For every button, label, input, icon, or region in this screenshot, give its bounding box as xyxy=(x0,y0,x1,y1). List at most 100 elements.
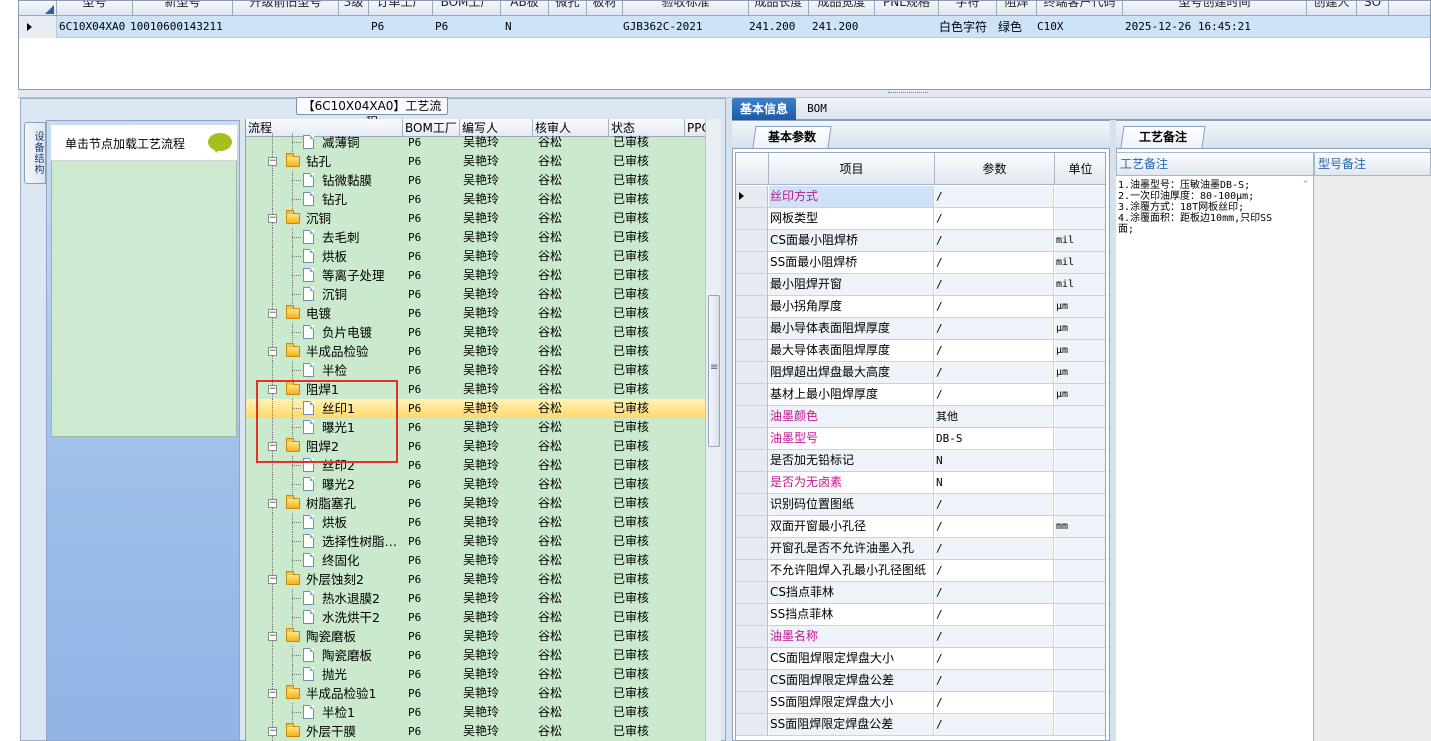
row-indicator[interactable] xyxy=(736,362,768,383)
param-value[interactable]: / xyxy=(935,230,1054,251)
param-value[interactable]: / xyxy=(935,604,1054,625)
row-indicator[interactable] xyxy=(736,604,768,625)
row-indicator[interactable] xyxy=(736,648,768,669)
param-row[interactable]: CS挡点菲林 / xyxy=(736,582,1105,604)
model-row[interactable]: 6C10X04XA0 10010600143211 P6 P6 N GJB362… xyxy=(19,16,1430,38)
param-value[interactable]: / xyxy=(935,582,1054,603)
param-value[interactable]: / xyxy=(935,274,1054,295)
param-value[interactable]: / xyxy=(935,670,1054,691)
param-row[interactable]: 网板类型 / xyxy=(736,208,1105,230)
tree-row[interactable]: − 半成品检验1 P6 吴艳玲 谷松 已审核 xyxy=(246,684,705,703)
params-col-header[interactable]: 参数 xyxy=(935,153,1055,185)
param-row[interactable]: CS面阻焊限定焊盘大小 / xyxy=(736,648,1105,670)
tree-row[interactable]: 减薄铜 P6 吴艳玲 谷松 已审核 xyxy=(246,133,705,152)
param-value[interactable]: / xyxy=(935,516,1054,537)
param-row[interactable]: 不允许阻焊入孔最小孔径图纸 / xyxy=(736,560,1105,582)
param-row[interactable]: 阻焊超出焊盘最大高度 / μm xyxy=(736,362,1105,384)
param-row[interactable]: 基材上最小阻焊厚度 / μm xyxy=(736,384,1105,406)
collapse-icon[interactable]: − xyxy=(268,347,277,356)
col-header[interactable]: AB板 xyxy=(501,1,549,16)
col-header[interactable]: SO xyxy=(1357,1,1389,16)
scrollbar-thumb[interactable] xyxy=(708,295,720,447)
select-all-icon[interactable] xyxy=(19,1,57,16)
tree-row[interactable]: 半检 P6 吴艳玲 谷松 已审核 xyxy=(246,361,705,380)
row-indicator[interactable] xyxy=(736,318,768,339)
params-grid[interactable]: 项目 参数 单位 丝印方式 / 网板类型 / CS面最小阻焊桥 / mil SS面最小阻焊桥 /… xyxy=(735,152,1106,741)
side-tab-structure[interactable]: 设备结构 xyxy=(24,122,46,184)
tree-row[interactable]: − 电镀 P6 吴艳玲 谷松 已审核 xyxy=(246,304,705,323)
param-value[interactable]: N xyxy=(935,450,1054,471)
row-indicator[interactable] xyxy=(736,296,768,317)
tree-row[interactable]: − 树脂塞孔 P6 吴艳玲 谷松 已审核 xyxy=(246,494,705,513)
tree-row[interactable]: 烘板 P6 吴艳玲 谷松 已审核 xyxy=(246,247,705,266)
tab-process-notes[interactable]: 工艺备注 xyxy=(1120,126,1206,148)
tree-row[interactable]: 沉铜 P6 吴艳玲 谷松 已审核 xyxy=(246,285,705,304)
row-indicator[interactable] xyxy=(736,208,768,229)
row-indicator[interactable] xyxy=(736,714,768,735)
param-row[interactable]: CS面最小阻焊桥 / mil xyxy=(736,230,1105,252)
tree-row[interactable]: − 半成品检验 P6 吴艳玲 谷松 已审核 xyxy=(246,342,705,361)
tree-row[interactable]: 热水退膜2 P6 吴艳玲 谷松 已审核 xyxy=(246,589,705,608)
param-value[interactable]: DB-S xyxy=(935,428,1054,449)
col-header[interactable]: 升级前旧型号 xyxy=(233,1,339,16)
row-indicator[interactable] xyxy=(736,406,768,427)
row-indicator[interactable] xyxy=(736,560,768,581)
param-row[interactable]: 最小阻焊开窗 / mil xyxy=(736,274,1105,296)
row-indicator[interactable] xyxy=(736,626,768,647)
param-value[interactable]: / xyxy=(935,648,1054,669)
param-row[interactable]: SS面阻焊限定焊盘公差 / xyxy=(736,714,1105,736)
row-indicator[interactable] xyxy=(736,340,768,361)
tree-row[interactable]: 负片电镀 P6 吴艳玲 谷松 已审核 xyxy=(246,323,705,342)
tree-row[interactable]: 抛光 P6 吴艳玲 谷松 已审核 xyxy=(246,665,705,684)
row-indicator[interactable] xyxy=(736,692,768,713)
col-header[interactable]: 微孔 xyxy=(549,1,587,16)
horizontal-splitter[interactable] xyxy=(18,90,1431,98)
collapse-icon[interactable]: − xyxy=(268,727,277,736)
param-row[interactable]: 最小导体表面阻焊厚度 / μm xyxy=(736,318,1105,340)
param-row[interactable]: 最小拐角厚度 / μm xyxy=(736,296,1105,318)
collapse-icon[interactable]: − xyxy=(268,309,277,318)
param-row[interactable]: 是否加无铅标记 N xyxy=(736,450,1105,472)
param-row[interactable]: SS挡点菲林 / xyxy=(736,604,1105,626)
row-indicator[interactable] xyxy=(736,472,768,493)
param-row[interactable]: 油墨颜色 其他 xyxy=(736,406,1105,428)
splitter-grip-icon[interactable] xyxy=(888,92,928,95)
col-header[interactable]: 型号创建时间 xyxy=(1123,1,1307,16)
col-header[interactable]: 新型号 xyxy=(133,1,233,16)
tree-row[interactable]: 曝光2 P6 吴艳玲 谷松 已审核 xyxy=(246,475,705,494)
tree-scrollbar[interactable] xyxy=(705,119,721,741)
process-notes-cell[interactable] xyxy=(1116,176,1314,741)
col-header[interactable]: 字符 xyxy=(939,1,997,16)
col-header[interactable]: 成品长度 xyxy=(749,1,809,16)
collapse-icon[interactable]: − xyxy=(268,689,277,698)
param-value[interactable]: / xyxy=(935,384,1054,405)
row-indicator[interactable] xyxy=(736,428,768,449)
tree-row[interactable]: 钻微黏膜 P6 吴艳玲 谷松 已审核 xyxy=(246,171,705,190)
row-indicator[interactable] xyxy=(736,670,768,691)
param-row[interactable]: 双面开窗最小孔径 / mm xyxy=(736,516,1105,538)
model-grid[interactable]: 型号 新型号 升级前旧型号 3级 订单工厂 BOM工厂 AB板 微孔 板材 验收… xyxy=(18,0,1431,90)
param-value[interactable]: / xyxy=(935,186,1054,207)
row-indicator[interactable] xyxy=(736,516,768,537)
param-value[interactable]: / xyxy=(935,318,1054,339)
collapse-icon[interactable]: − xyxy=(268,214,277,223)
param-value[interactable]: / xyxy=(935,560,1054,581)
row-indicator[interactable] xyxy=(736,252,768,273)
row-indicator[interactable] xyxy=(736,450,768,471)
param-value[interactable]: / xyxy=(935,362,1054,383)
tree-row[interactable]: 选择性树脂… P6 吴艳玲 谷松 已审核 xyxy=(246,532,705,551)
param-value[interactable]: / xyxy=(935,692,1054,713)
param-row[interactable]: 识别码位置图纸 / xyxy=(736,494,1105,516)
param-row[interactable]: 最大导体表面阻焊厚度 / μm xyxy=(736,340,1105,362)
model-notes-cell[interactable] xyxy=(1314,176,1431,741)
tree-row[interactable]: − 陶瓷磨板 P6 吴艳玲 谷松 已审核 xyxy=(246,627,705,646)
param-value[interactable]: / xyxy=(935,494,1054,515)
param-row[interactable]: 开窗孔是否不允许油墨入孔 / xyxy=(736,538,1105,560)
param-row[interactable]: 丝印方式 / xyxy=(736,186,1105,208)
col-header[interactable]: 板材 xyxy=(587,1,623,16)
tree-row[interactable]: 陶瓷磨板 P6 吴艳玲 谷松 已审核 xyxy=(246,646,705,665)
params-col-header[interactable]: 项目 xyxy=(769,153,935,185)
row-indicator[interactable] xyxy=(736,274,768,295)
col-header[interactable]: PNL规格 xyxy=(875,1,939,16)
tree-row[interactable]: 等离子处理 P6 吴艳玲 谷松 已审核 xyxy=(246,266,705,285)
